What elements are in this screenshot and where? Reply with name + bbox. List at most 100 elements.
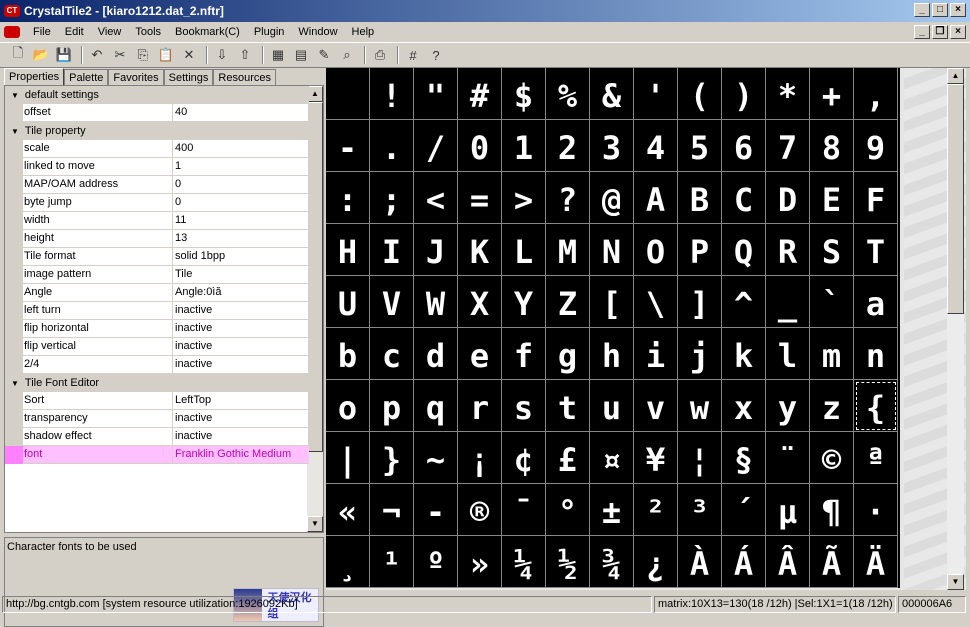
- font-tile[interactable]: µ: [766, 484, 810, 536]
- font-tile[interactable]: X: [458, 276, 502, 328]
- maximize-button[interactable]: □: [932, 3, 948, 17]
- font-tile[interactable]: w: [678, 380, 722, 432]
- scroll-down-icon[interactable]: ▼: [307, 516, 323, 532]
- font-tile[interactable]: f: [502, 328, 546, 380]
- scroll-thumb[interactable]: [307, 102, 323, 452]
- font-tile[interactable]: s: [502, 380, 546, 432]
- font-tile[interactable]: ^: [722, 276, 766, 328]
- font-tile[interactable]: e: [458, 328, 502, 380]
- tab-resources[interactable]: Resources: [213, 69, 276, 85]
- font-tile[interactable]: ¡: [458, 432, 502, 484]
- scroll-up-icon[interactable]: ▲: [307, 86, 323, 102]
- font-tile[interactable]: j: [678, 328, 722, 380]
- font-tile[interactable]: H: [326, 224, 370, 276]
- search-icon[interactable]: ⌕: [337, 45, 357, 65]
- font-tile[interactable]: b: [326, 328, 370, 380]
- font-tile[interactable]: z: [810, 380, 854, 432]
- property-row[interactable]: offset 40: [5, 104, 309, 122]
- property-value[interactable]: 0: [173, 176, 309, 194]
- font-tile[interactable]: ©: [810, 432, 854, 484]
- font-tile[interactable]: #: [458, 68, 502, 120]
- font-tile[interactable]: Á: [722, 536, 766, 588]
- property-row[interactable]: flip vertical inactive: [5, 338, 309, 356]
- font-tile[interactable]: |: [326, 432, 370, 484]
- font-tile[interactable]: ¥: [634, 432, 678, 484]
- font-tile[interactable]: Y: [502, 276, 546, 328]
- property-value[interactable]: inactive: [173, 302, 309, 320]
- font-tile[interactable]: Z: [546, 276, 590, 328]
- property-value[interactable]: Franklin Gothic Medium: [173, 446, 309, 464]
- font-tile[interactable]: N: [590, 224, 634, 276]
- menu-view[interactable]: View: [91, 24, 129, 40]
- cut-icon[interactable]: ✂: [110, 45, 130, 65]
- font-tile[interactable]: M: [546, 224, 590, 276]
- property-row[interactable]: shadow effect inactive: [5, 428, 309, 446]
- font-tile[interactable]: ¨: [766, 432, 810, 484]
- font-tile[interactable]: S: [810, 224, 854, 276]
- menu-bookmark[interactable]: Bookmark(C): [168, 24, 247, 40]
- font-tile[interactable]: 3: [590, 120, 634, 172]
- font-tile[interactable]: [: [590, 276, 634, 328]
- font-tile[interactable]: U: [326, 276, 370, 328]
- font-tile[interactable]: Â: [766, 536, 810, 588]
- font-tile[interactable]: ¤: [590, 432, 634, 484]
- font-tile[interactable]: _: [766, 276, 810, 328]
- save-icon[interactable]: 💾: [54, 45, 74, 65]
- font-tile[interactable]: À: [678, 536, 722, 588]
- paste-icon[interactable]: 📋: [156, 45, 176, 65]
- property-value[interactable]: 400: [173, 140, 309, 158]
- font-tile[interactable]: «: [326, 484, 370, 536]
- property-value[interactable]: LeftTop: [173, 392, 309, 410]
- font-tile[interactable]: ¢: [502, 432, 546, 484]
- font-tile[interactable]: ´: [722, 484, 766, 536]
- copy-icon[interactable]: ⎘: [133, 45, 153, 65]
- help-icon[interactable]: ?: [426, 45, 446, 65]
- menu-help[interactable]: Help: [345, 24, 382, 40]
- font-tile[interactable]: °: [546, 484, 590, 536]
- property-row[interactable]: image pattern Tile: [5, 266, 309, 284]
- font-tile[interactable]: Ä: [854, 536, 898, 588]
- delete-icon[interactable]: ✕: [179, 45, 199, 65]
- tab-palette[interactable]: Palette: [64, 69, 109, 85]
- font-tile[interactable]: ,: [854, 68, 898, 120]
- font-tile[interactable]: ¿: [634, 536, 678, 588]
- grid-icon[interactable]: #: [403, 45, 423, 65]
- font-tile[interactable]: \: [634, 276, 678, 328]
- property-row[interactable]: Sort LeftTop: [5, 392, 309, 410]
- property-value[interactable]: 0: [173, 194, 309, 212]
- font-tile[interactable]: 6: [722, 120, 766, 172]
- font-tile[interactable]: P: [678, 224, 722, 276]
- font-tile[interactable]: ¼: [502, 536, 546, 588]
- font-tile[interactable]: x: [722, 380, 766, 432]
- font-tile[interactable]: J: [414, 224, 458, 276]
- property-row[interactable]: font Franklin Gothic Medium: [5, 446, 309, 464]
- font-tile[interactable]: g: [546, 328, 590, 380]
- font-tile[interactable]: -: [414, 484, 458, 536]
- font-tile[interactable]: §: [722, 432, 766, 484]
- font-tile[interactable]: n: [854, 328, 898, 380]
- font-tile[interactable]: F: [854, 172, 898, 224]
- property-row[interactable]: transparency inactive: [5, 410, 309, 428]
- property-value[interactable]: Angle:0ìă: [173, 284, 309, 302]
- font-tile[interactable]: +: [810, 68, 854, 120]
- font-tile[interactable]: R: [766, 224, 810, 276]
- undo-icon[interactable]: ↶: [87, 45, 107, 65]
- font-tile[interactable]: ¾: [590, 536, 634, 588]
- font-tile[interactable]: 4: [634, 120, 678, 172]
- export-icon[interactable]: ⇧: [235, 45, 255, 65]
- font-tile[interactable]: k: [722, 328, 766, 380]
- font-tile[interactable]: q: [414, 380, 458, 432]
- font-tile[interactable]: $: [502, 68, 546, 120]
- font-tile[interactable]: u: [590, 380, 634, 432]
- font-tile[interactable]: ': [634, 68, 678, 120]
- font-tile[interactable]: º: [414, 536, 458, 588]
- document-menu-icon[interactable]: [4, 26, 20, 38]
- font-tile[interactable]: /: [414, 120, 458, 172]
- import-icon[interactable]: ⇩: [212, 45, 232, 65]
- font-tile[interactable]: 5: [678, 120, 722, 172]
- property-row[interactable]: left turn inactive: [5, 302, 309, 320]
- font-tile[interactable]: d: [414, 328, 458, 380]
- font-tile[interactable]: ±: [590, 484, 634, 536]
- font-tile[interactable]: ®: [458, 484, 502, 536]
- font-tile[interactable]: m: [810, 328, 854, 380]
